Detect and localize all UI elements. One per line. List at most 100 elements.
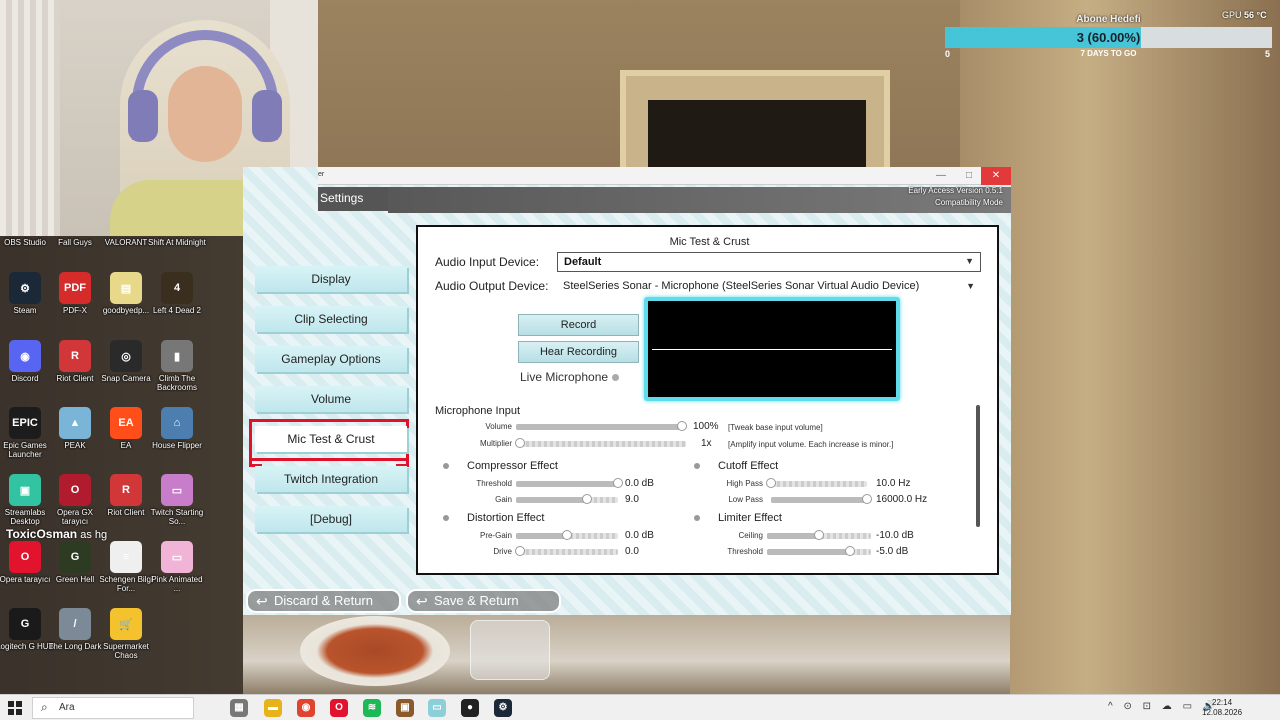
audio-output-label: Audio Output Device: xyxy=(435,279,549,293)
task-view-icon[interactable]: ▦ xyxy=(230,699,248,717)
desktop-shortcut-label: Pink Animated ... xyxy=(151,575,203,593)
steam-icon[interactable]: ⚙ xyxy=(494,699,512,717)
taskbar-clock[interactable]: 22:14 12.08.2026 xyxy=(1202,698,1242,718)
chrome-icon[interactable]: ◉ xyxy=(297,699,315,717)
audio-output-select[interactable]: SteelSeries Sonar - Microphone (SteelSer… xyxy=(557,278,981,296)
low-pass-slider[interactable] xyxy=(771,494,872,504)
drive-slider[interactable] xyxy=(515,546,618,556)
opera-icon[interactable]: O xyxy=(330,699,348,717)
house-flipper-icon: ⌂ xyxy=(161,407,193,439)
discard-return-button[interactable]: ↩ Discard & Return xyxy=(246,589,401,613)
limiter-threshold-slider[interactable] xyxy=(767,546,871,556)
desktop-shortcut-label: Steam xyxy=(13,306,37,315)
slider-knob[interactable] xyxy=(677,421,687,431)
cutoff-toggle[interactable] xyxy=(694,463,700,469)
obs-icon[interactable]: ● xyxy=(461,699,479,717)
nav-mic-test-button[interactable]: Mic Test & Crust xyxy=(255,426,407,452)
desktop-shortcut-label: Discord xyxy=(11,374,39,383)
compressor-threshold-slider[interactable] xyxy=(516,478,623,488)
ceiling-value: -10.0 dB xyxy=(876,530,914,541)
nav-gameplay-options-button[interactable]: Gameplay Options xyxy=(255,346,407,372)
desktop-shortcut[interactable]: ▭ Twitch Starting So... xyxy=(147,474,207,526)
pre-gain-label: Pre-Gain xyxy=(479,531,512,540)
spotify-icon[interactable]: ≋ xyxy=(363,699,381,717)
window-maximize-button[interactable]: □ xyxy=(954,167,984,185)
slider-knob[interactable] xyxy=(515,546,525,556)
chevron-down-icon: ▼ xyxy=(965,256,974,266)
game-app-icon[interactable]: ▣ xyxy=(396,699,414,717)
headset-cup-right xyxy=(252,90,282,142)
slider-knob[interactable] xyxy=(515,438,525,448)
slider-knob[interactable] xyxy=(582,494,593,504)
nav-volume-button[interactable]: Volume xyxy=(255,386,407,412)
low-pass-label: Low Pass xyxy=(728,495,763,504)
game-settings-window: er — □ ✕ Settings Early Access Version 0… xyxy=(243,167,1011,615)
slider-knob[interactable] xyxy=(845,546,856,556)
clock-date: 12.08.2026 xyxy=(1202,708,1243,717)
panel-scrollbar[interactable] xyxy=(976,405,980,527)
slider-knob[interactable] xyxy=(766,478,776,488)
desktop-shortcut-label: EA xyxy=(120,441,132,450)
desktop-shortcut[interactable]: Shift At Midnight xyxy=(147,236,207,247)
high-pass-slider[interactable] xyxy=(766,478,867,488)
desktop-shortcut[interactable]: 4 Left 4 Dead 2 xyxy=(147,272,207,315)
window-close-button[interactable]: ✕ xyxy=(981,167,1011,185)
pdf-x-icon: PDF xyxy=(59,272,91,304)
desktop-shortcut-label: VALORANT xyxy=(104,238,148,247)
desktop-shortcut[interactable]: ⌂ House Flipper xyxy=(147,407,207,450)
multiplier-slider[interactable] xyxy=(515,438,686,448)
ceiling-slider[interactable] xyxy=(767,530,871,540)
desktop-shortcut[interactable]: ▮ Climb The Backrooms xyxy=(147,340,207,392)
distortion-toggle[interactable] xyxy=(443,515,449,521)
limiter-toggle[interactable] xyxy=(694,515,700,521)
window-titlebar[interactable]: er — □ ✕ xyxy=(318,167,1011,185)
pre-gain-slider[interactable] xyxy=(516,530,618,540)
goal-progress-bar: 3 (60.00%) xyxy=(945,27,1272,48)
slider-knob[interactable] xyxy=(814,530,824,540)
waveform-line xyxy=(652,349,892,350)
compressor-toggle[interactable] xyxy=(443,463,449,469)
peak-icon: ▲ xyxy=(59,407,91,439)
twitch-file-icon: ▭ xyxy=(161,474,193,506)
desktop-shortcut-label: House Flipper xyxy=(152,441,202,450)
desktop-shortcut-label: OBS Studio xyxy=(4,238,46,247)
audio-input-label: Audio Input Device: xyxy=(435,255,540,269)
compressor-gain-label: Gain xyxy=(495,495,512,504)
desktop-shortcut[interactable]: 🛒 Supermarket Chaos xyxy=(96,608,156,660)
compressor-threshold-value: 0.0 dB xyxy=(625,478,654,489)
nav-clip-selecting-button[interactable]: Clip Selecting xyxy=(255,306,407,332)
pre-gain-value: 0.0 dB xyxy=(625,530,654,541)
live-microphone-toggle[interactable]: Live Microphone xyxy=(520,370,620,384)
slider-knob[interactable] xyxy=(862,494,872,504)
record-button[interactable]: Record xyxy=(518,314,639,336)
windows-start-button[interactable] xyxy=(8,701,22,715)
audio-input-select[interactable]: Default ▼ xyxy=(557,252,981,272)
compressor-gain-slider[interactable] xyxy=(516,494,618,504)
slider-knob[interactable] xyxy=(562,530,572,540)
desktop-shortcut-label: PEAK xyxy=(64,441,86,450)
gpu-temperature: GPU 56 °C xyxy=(1222,10,1267,20)
taskbar-search-box[interactable]: ⌕ Ara xyxy=(32,697,194,719)
supermarket-chaos-icon: 🛒 xyxy=(110,608,142,640)
window-title: er xyxy=(318,171,325,178)
hear-recording-button[interactable]: Hear Recording xyxy=(518,341,639,363)
volume-note: [Tweak base input volume] xyxy=(728,423,823,432)
active-game-window-icon[interactable]: ▭ xyxy=(428,699,446,717)
ea-icon: EA xyxy=(110,407,142,439)
file-explorer-icon[interactable]: ▬ xyxy=(264,699,282,717)
gpu-label: GPU xyxy=(1222,10,1242,20)
save-return-button[interactable]: ↩ Save & Return xyxy=(406,589,561,613)
slider-knob[interactable] xyxy=(613,478,623,488)
save-return-label: Save & Return xyxy=(434,593,519,608)
volume-slider[interactable] xyxy=(516,421,687,431)
desktop-shortcut[interactable]: ▭ Pink Animated ... xyxy=(147,541,207,593)
limiter-threshold-value: -5.0 dB xyxy=(876,546,909,557)
window-minimize-button[interactable]: — xyxy=(926,167,956,185)
nav-twitch-integration-button[interactable]: Twitch Integration xyxy=(255,466,407,492)
nav-debug-button[interactable]: [Debug] xyxy=(255,506,407,532)
epic-games-icon: EPIC xyxy=(9,407,41,439)
discord-icon: ◉ xyxy=(9,340,41,372)
drive-label: Drive xyxy=(493,547,512,556)
desktop-shortcut-label: Shift At Midnight xyxy=(148,238,206,247)
nav-display-button[interactable]: Display xyxy=(255,266,407,292)
